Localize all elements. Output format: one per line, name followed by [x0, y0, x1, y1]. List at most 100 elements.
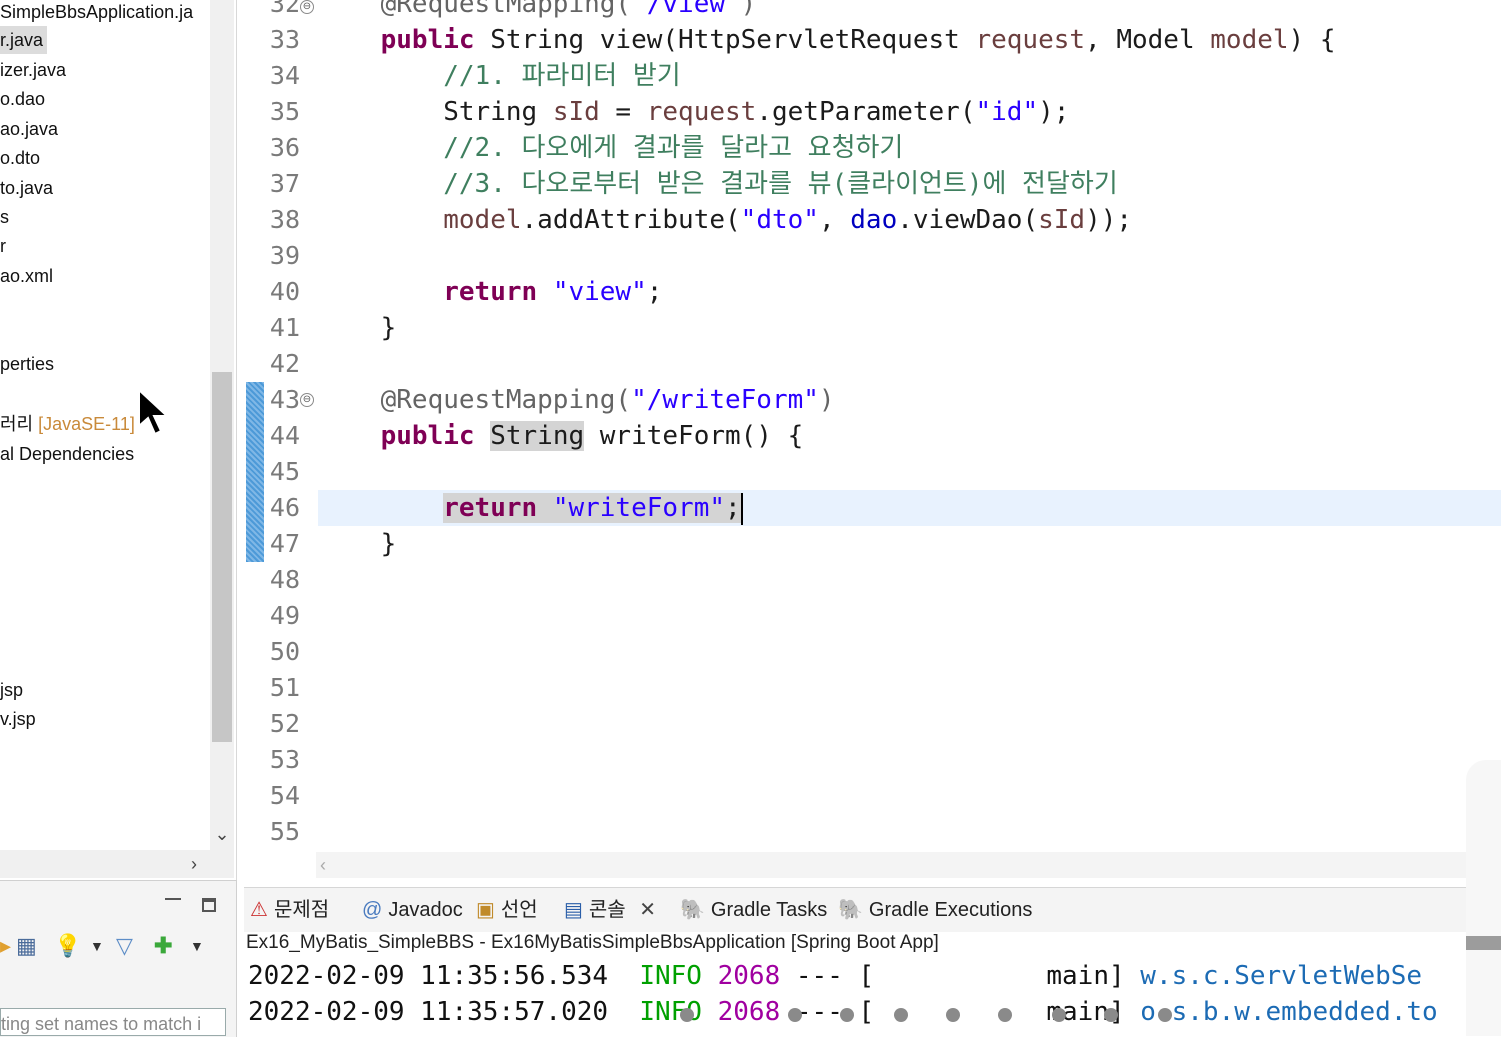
maximize-icon[interactable] — [202, 898, 216, 912]
tree-item[interactable]: al Dependencies — [0, 440, 134, 468]
console-log-line[interactable]: 2022-02-09 11:35:56.534 INFO 2068 --- [ … — [248, 958, 1422, 994]
log-thread: [ main] — [858, 961, 1125, 991]
code-line-35[interactable]: String sId = request.getParameter("id"); — [318, 94, 1069, 130]
code-line-44[interactable]: public String writeForm() { — [318, 418, 803, 454]
chevron-left-icon[interactable]: ‹ — [320, 854, 340, 876]
tree-item[interactable]: SimpleBbsApplication.ja — [0, 0, 193, 26]
line-number: 40 — [269, 277, 300, 306]
code-text: ); — [1038, 97, 1070, 127]
string-literal: "view" — [552, 277, 647, 307]
tree-item-selected[interactable]: r.java — [0, 26, 48, 54]
code-text: , Model — [1085, 25, 1211, 55]
code-line-32[interactable]: @RequestMapping("/view") — [318, 0, 757, 22]
code-text: )); — [1085, 205, 1133, 235]
filter-icon[interactable]: ▽ — [116, 932, 133, 960]
line-number: 47 — [269, 529, 300, 558]
chevron-down-icon[interactable]: ⌄ — [212, 824, 232, 846]
tree-item[interactable]: v.jsp — [0, 705, 36, 733]
tree-item[interactable]: perties — [0, 350, 54, 378]
minimize-icon[interactable] — [165, 898, 181, 903]
tree-item-label: 러리 — [0, 414, 34, 434]
tree-item[interactable]: o.dto — [0, 144, 40, 172]
line-number: 44 — [269, 421, 300, 450]
log-timestamp: 2022-02-09 11:35:57.020 — [248, 997, 609, 1027]
problems-icon: ⚠ — [250, 899, 268, 921]
tree-item[interactable]: jsp — [0, 676, 23, 704]
mouse-pointer-icon — [138, 388, 170, 436]
explorer-scroll-thumb[interactable] — [212, 372, 232, 742]
code-text: = — [599, 97, 647, 127]
tab-label: Gradle Tasks — [710, 899, 828, 921]
tree-item-label: al Dependencies — [0, 444, 135, 464]
tree-item[interactable]: to.java — [0, 174, 53, 202]
line-number: 51 — [269, 673, 300, 702]
parameter: request — [975, 25, 1086, 55]
tree-item-label: r.java — [0, 30, 44, 50]
fold-collapse-icon[interactable]: ⊖ — [300, 0, 314, 14]
tab-gradle-tasks[interactable]: 🐘 Gradle Tasks — [680, 896, 827, 924]
line-number: 37 — [269, 169, 300, 198]
table-view-icon[interactable]: ▦ — [16, 932, 37, 960]
loading-dot — [894, 1008, 908, 1022]
tree-item[interactable]: ao.java — [0, 115, 58, 143]
tree-item-decoration: [JavaSE-11] — [38, 414, 135, 434]
fold-collapse-icon[interactable]: ⊖ — [300, 393, 314, 407]
code-text: ) { — [1288, 25, 1336, 55]
loading-dot — [1104, 1008, 1118, 1022]
closing-brace: } — [380, 529, 397, 559]
text-caret — [740, 492, 743, 525]
line-number: 49 — [269, 601, 300, 630]
tree-item[interactable]: ao.xml — [0, 262, 53, 290]
log-logger: o.s.b.w.embedded.to — [1140, 997, 1438, 1027]
tab-declaration[interactable]: ▣ 선언 — [476, 896, 538, 924]
code-line-43[interactable]: @RequestMapping("/writeForm") — [318, 382, 835, 418]
tree-item-label: r — [0, 236, 6, 256]
tab-console[interactable]: ▤ 콘솔 ✕ — [564, 896, 656, 924]
code-line-40[interactable]: return "view"; — [318, 274, 662, 310]
code-line-47[interactable]: } — [318, 526, 397, 562]
overlay-panel-bar — [1466, 936, 1501, 950]
code-line-33[interactable]: public String view(HttpServletRequest re… — [318, 22, 1336, 58]
editor-horizontal-scrollbar[interactable] — [316, 852, 1466, 878]
dropdown-arrow-icon[interactable]: ▼ — [190, 932, 204, 960]
add-icon[interactable]: ✚ — [154, 932, 172, 960]
lightbulb-icon[interactable]: 💡 — [54, 932, 81, 960]
string-literal: "/writeForm" — [631, 385, 819, 415]
chevron-right-icon[interactable]: › — [182, 852, 206, 876]
tree-item[interactable]: izer.java — [0, 56, 66, 84]
parameter: request — [646, 97, 757, 127]
log-timestamp: 2022-02-09 11:35:56.534 — [248, 961, 609, 991]
tree-item[interactable]: o.dao — [0, 85, 45, 113]
dropdown-arrow-icon[interactable]: ▼ — [90, 932, 104, 960]
tree-item-jre-library[interactable]: 러리 [JavaSE-11] — [0, 410, 135, 438]
code-line-41[interactable]: } — [318, 310, 397, 346]
close-icon[interactable]: ✕ — [639, 899, 656, 921]
loading-dot — [680, 1008, 694, 1022]
log-pid: 2068 — [717, 997, 781, 1027]
log-pid: 2068 — [717, 961, 781, 991]
line-number: 42 — [269, 349, 300, 378]
line-number: 36 — [269, 133, 300, 162]
line-number: 50 — [269, 637, 300, 666]
project-explorer: SimpleBbsApplication.ja r.java izer.java… — [0, 0, 237, 880]
tab-javadoc[interactable]: @ Javadoc — [362, 896, 463, 924]
string-literal: "dto" — [740, 205, 819, 235]
loading-dot — [1158, 1008, 1172, 1022]
code-line-46[interactable]: return "writeForm"; — [318, 490, 743, 526]
code-line-34[interactable]: //1. 파라미터 받기 — [318, 58, 681, 94]
toolbar-icon[interactable]: ▸ — [0, 932, 11, 960]
line-number: 35 — [269, 97, 300, 126]
tree-item[interactable]: s — [0, 203, 9, 231]
tab-problems[interactable]: ⚠ 문제점 — [250, 896, 329, 924]
code-line-37[interactable]: //3. 다오로부터 받은 결과를 뷰(클라이언트)에 전달하기 — [318, 166, 1118, 202]
comment: //1. 파라미터 받기 — [443, 61, 681, 91]
tab-gradle-executions[interactable]: 🐘 Gradle Executions — [838, 896, 1032, 924]
line-number: 53 — [269, 745, 300, 774]
code-line-36[interactable]: //2. 다오에게 결과를 달라고 요청하기 — [318, 130, 903, 166]
tree-item-label: ao.java — [0, 119, 59, 139]
code-text: .addAttribute( — [521, 205, 741, 235]
tree-item-label: s — [0, 207, 9, 227]
code-line-38[interactable]: model.addAttribute("dto", dao.viewDao(sI… — [318, 202, 1132, 238]
tree-item[interactable]: r — [0, 232, 6, 260]
filter-input[interactable]: ting set names to match i — [0, 1008, 226, 1036]
